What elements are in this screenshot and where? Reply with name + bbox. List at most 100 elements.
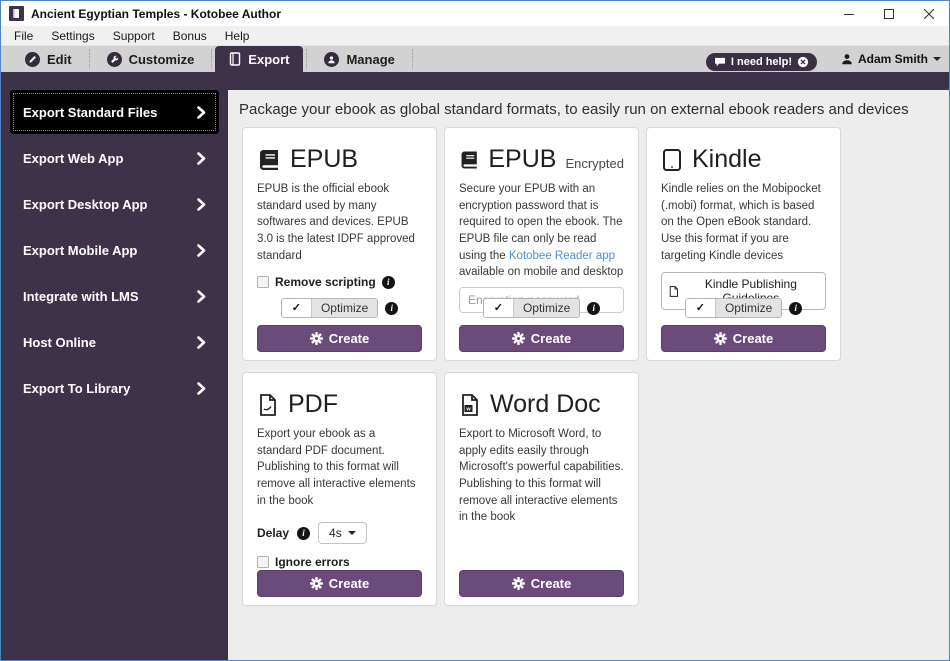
tab-edit-label: Edit bbox=[47, 51, 72, 67]
close-button[interactable] bbox=[909, 1, 949, 26]
optimize-check-button[interactable]: ✓ bbox=[685, 299, 716, 317]
menu-file[interactable]: File bbox=[5, 29, 42, 43]
minimize-button[interactable] bbox=[829, 1, 869, 26]
title-bar: Ancient Egyptian Temples - Kotobee Autho… bbox=[1, 1, 949, 26]
tab-separator bbox=[88, 49, 90, 69]
user-icon bbox=[842, 54, 852, 65]
tab-export-label: Export bbox=[248, 51, 290, 67]
create-epub-encrypted-button[interactable]: Create bbox=[459, 325, 624, 352]
optimize-label-button[interactable]: Optimize bbox=[311, 299, 378, 317]
kotobee-reader-link[interactable]: Kotobee Reader app bbox=[509, 250, 615, 262]
info-icon[interactable]: i bbox=[587, 301, 601, 315]
pencil-icon bbox=[25, 51, 40, 67]
need-help-label: I need help! bbox=[730, 56, 792, 68]
info-icon[interactable]: i bbox=[297, 526, 311, 540]
tab-customize-label: Customize bbox=[128, 51, 195, 67]
app-logo-icon bbox=[9, 6, 24, 21]
card-title: EPUB bbox=[290, 145, 359, 173]
sidebar: Export Standard Files Export Web App Exp… bbox=[1, 90, 228, 660]
create-label: Create bbox=[328, 331, 370, 346]
card-title: EPUB bbox=[488, 145, 557, 173]
tab-customize[interactable]: Customize bbox=[93, 46, 209, 72]
dismiss-help-icon[interactable] bbox=[797, 56, 809, 68]
word-file-icon: w bbox=[462, 393, 478, 416]
book-icon bbox=[229, 52, 241, 66]
create-pdf-button[interactable]: Create bbox=[257, 570, 422, 597]
optimize-toggle: ✓ Optimize bbox=[482, 298, 581, 318]
sidebar-item-label: Host Online bbox=[23, 334, 96, 350]
card-description: Secure your EPUB with an encryption pass… bbox=[459, 181, 624, 281]
menu-help[interactable]: Help bbox=[216, 29, 259, 43]
tab-manage-label: Manage bbox=[346, 51, 395, 67]
create-label: Create bbox=[530, 331, 572, 346]
chevron-right-icon bbox=[197, 381, 206, 395]
sidebar-item-label: Export Desktop App bbox=[23, 196, 148, 212]
tab-separator bbox=[211, 49, 213, 69]
app-window: Ancient Egyptian Temples - Kotobee Autho… bbox=[0, 0, 950, 661]
need-help-button[interactable]: I need help! bbox=[705, 53, 817, 71]
book-icon bbox=[461, 151, 477, 168]
tab-edit[interactable]: Edit bbox=[11, 46, 86, 72]
wrench-icon bbox=[106, 51, 122, 67]
gear-icon bbox=[511, 332, 525, 345]
sidebar-item-integrate-with-lms[interactable]: Integrate with LMS bbox=[10, 274, 219, 318]
tab-manage[interactable]: Manage bbox=[310, 46, 408, 72]
sidebar-item-export-web-app[interactable]: Export Web App bbox=[10, 136, 219, 180]
chevron-right-icon bbox=[197, 151, 206, 165]
chevron-right-icon bbox=[197, 197, 206, 211]
menu-support[interactable]: Support bbox=[104, 29, 164, 43]
delay-dropdown[interactable]: 4s bbox=[318, 522, 367, 545]
gear-icon bbox=[309, 577, 323, 590]
card-title: Kindle bbox=[692, 145, 762, 173]
sidebar-item-label: Integrate with LMS bbox=[23, 288, 139, 304]
optimize-check-button[interactable]: ✓ bbox=[281, 299, 312, 317]
card-description: Export to Microsoft Word, to apply edits… bbox=[459, 428, 624, 524]
optimize-label-button[interactable]: Optimize bbox=[513, 299, 580, 317]
tab-separator bbox=[411, 49, 413, 69]
create-epub-button[interactable]: Create bbox=[257, 325, 422, 352]
book-icon bbox=[260, 149, 278, 170]
window-title: Ancient Egyptian Temples - Kotobee Autho… bbox=[31, 6, 282, 21]
create-word-button[interactable]: Create bbox=[459, 570, 624, 597]
create-kindle-button[interactable]: Create bbox=[661, 325, 826, 352]
delay-value: 4s bbox=[329, 526, 342, 541]
sidebar-item-label: Export To Library bbox=[23, 380, 131, 396]
tab-separator bbox=[306, 49, 308, 69]
remove-scripting-checkbox[interactable] bbox=[257, 276, 269, 289]
sidebar-item-export-standard-files[interactable]: Export Standard Files bbox=[10, 90, 219, 134]
card-subtitle: Encrypted bbox=[565, 156, 624, 171]
info-icon[interactable]: i bbox=[381, 275, 395, 289]
description-text: available on mobile and desktop bbox=[459, 266, 624, 279]
ignore-errors-label: Ignore errors bbox=[275, 555, 350, 570]
info-icon[interactable]: i bbox=[789, 301, 803, 315]
sidebar-item-export-desktop-app[interactable]: Export Desktop App bbox=[10, 182, 219, 226]
info-icon[interactable]: i bbox=[385, 301, 399, 315]
card-epub: EPUB EPUB is the official ebook standard… bbox=[242, 127, 437, 361]
sidebar-item-export-to-library[interactable]: Export To Library bbox=[10, 366, 219, 410]
gear-icon bbox=[309, 332, 323, 345]
optimize-check-button[interactable]: ✓ bbox=[483, 299, 514, 317]
content-panel: Package your ebook as global standard fo… bbox=[228, 90, 949, 660]
chevron-right-icon bbox=[197, 105, 206, 119]
user-menu[interactable]: Adam Smith bbox=[841, 52, 941, 66]
ignore-errors-checkbox[interactable] bbox=[257, 556, 269, 569]
menu-settings[interactable]: Settings bbox=[42, 29, 103, 43]
gear-icon bbox=[511, 577, 525, 590]
maximize-button[interactable] bbox=[869, 1, 909, 26]
gear-icon bbox=[713, 332, 727, 345]
chevron-down-icon bbox=[933, 57, 941, 61]
card-word-doc: w Word Doc Export to Microsoft Word, to … bbox=[444, 372, 639, 606]
menu-bar: File Settings Support Bonus Help bbox=[1, 26, 949, 46]
sidebar-item-export-mobile-app[interactable]: Export Mobile App bbox=[10, 228, 219, 272]
export-cards-grid: EPUB EPUB is the official ebook standard… bbox=[242, 127, 841, 606]
sidebar-item-host-online[interactable]: Host Online bbox=[10, 320, 219, 364]
svg-text:w: w bbox=[465, 406, 471, 412]
user-name: Adam Smith bbox=[857, 52, 928, 66]
menu-bonus[interactable]: Bonus bbox=[164, 29, 216, 43]
optimize-label-button[interactable]: Optimize bbox=[715, 299, 782, 317]
remove-scripting-label: Remove scripting bbox=[275, 275, 376, 290]
optimize-toggle: ✓ Optimize bbox=[280, 298, 379, 318]
sidebar-item-label: Export Standard Files bbox=[23, 104, 158, 120]
create-label: Create bbox=[328, 576, 370, 591]
tab-export[interactable]: Export bbox=[215, 46, 304, 72]
